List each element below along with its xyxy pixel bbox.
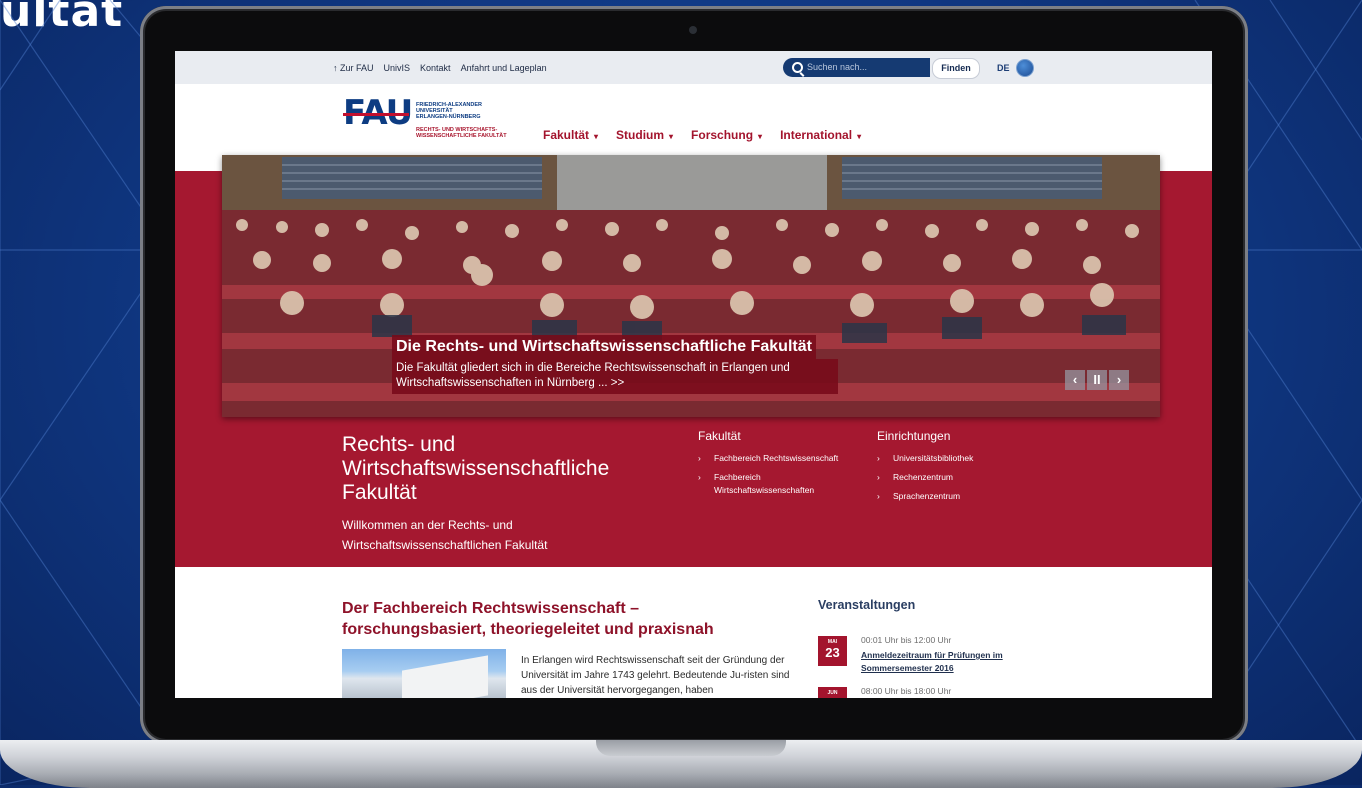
link-universitaetsbibliothek[interactable]: › Universitätsbibliothek: [877, 452, 1047, 465]
next-slide-button[interactable]: ›: [1109, 370, 1129, 390]
chevron-down-icon: ▾: [669, 132, 674, 141]
event-date-badge: JUN: [818, 687, 847, 698]
events-heading: Veranstaltungen: [818, 598, 916, 612]
chevron-down-icon: ▾: [758, 132, 763, 141]
pause-slide-button[interactable]: II: [1087, 370, 1107, 390]
logo-faculty-name: RECHTS- UND WIRTSCHAFTS- WISSENSCHAFTLIC…: [416, 127, 507, 139]
link-sprachenzentrum[interactable]: › Sprachenzentrum: [877, 490, 1047, 503]
chevron-right-icon: ›: [877, 491, 880, 501]
nav-studium[interactable]: Studium ▾: [616, 128, 673, 142]
logo-bar: [343, 113, 409, 116]
link-rechenzentrum[interactable]: › Rechenzentrum: [877, 471, 1047, 484]
laptop-camera: [689, 26, 697, 34]
einrichtungen-column: Einrichtungen › Universitätsbibliothek › R…: [877, 429, 1047, 509]
fau-logo[interactable]: FAU FRIEDRICH-ALEXANDER UNIVERSITÄT ERLA…: [343, 96, 507, 139]
article-photo: [342, 649, 506, 698]
chevron-right-icon: ›: [877, 453, 880, 463]
top-links: ↑ Zur FAU UnivIS Kontakt Anfahrt und Lag…: [333, 63, 547, 73]
nav-forschung[interactable]: Forschung ▾: [691, 128, 762, 142]
column-heading: Einrichtungen: [877, 429, 951, 443]
link-kontakt[interactable]: Kontakt: [420, 63, 451, 73]
building-shape: [402, 655, 488, 698]
search-placeholder: Suchen nach...: [807, 62, 868, 72]
website-screen: ↑ Zur FAU UnivIS Kontakt Anfahrt und Lag…: [175, 51, 1212, 698]
nav-international[interactable]: International ▾: [780, 128, 861, 142]
top-bar: ↑ Zur FAU UnivIS Kontakt Anfahrt und Lag…: [175, 51, 1212, 84]
article-title[interactable]: Der Fachbereich Rechtswissenschaft – for…: [342, 598, 762, 640]
chevron-right-icon: ›: [877, 472, 880, 482]
nav-fakultaet[interactable]: Fakultät ▾: [543, 128, 598, 142]
hero-slider[interactable]: Die Rechts- und Wirtschaftswissenschaftl…: [222, 155, 1160, 417]
search-button[interactable]: Finden: [932, 58, 980, 79]
search-icon: [792, 62, 803, 73]
article-text: In Erlangen wird Rechtswissenschaft seit…: [521, 655, 790, 696]
prev-slide-button[interactable]: ‹: [1065, 370, 1085, 390]
faculty-subtitle: Willkommen an der Rechts- und Wirtschaft…: [342, 518, 548, 552]
chevron-down-icon: ▾: [594, 132, 599, 141]
logo-university-name: FRIEDRICH-ALEXANDER UNIVERSITÄT ERLANGEN…: [416, 102, 482, 120]
chevron-down-icon: ▾: [857, 132, 862, 141]
fakultaet-column: Fakultät › Fachbereich Rechtswissenschaft…: [698, 429, 868, 503]
event-date-badge: MAI 23: [818, 636, 847, 666]
event-time: 00:01 Uhr bis 12:00 Uhr: [861, 635, 952, 645]
column-heading: Fakultät: [698, 429, 741, 443]
hero-caption[interactable]: Die Rechts- und Wirtschaftswissenschaftl…: [392, 335, 838, 394]
language-selector[interactable]: DE: [997, 63, 1010, 73]
event-time: 08:00 Uhr bis 18:00 Uhr: [861, 686, 952, 696]
main-nav: Fakultät ▾ Studium ▾ Forschung ▾ Internatio…: [543, 128, 861, 142]
link-anfahrt[interactable]: Anfahrt und Lageplan: [461, 63, 547, 73]
link-fachbereich-rechtswissenschaft[interactable]: › Fachbereich Rechtswissenschaft: [698, 452, 868, 465]
faculty-title: Rechts- und Wirtschaftswissenschaftliche…: [342, 433, 610, 504]
link-univis[interactable]: UnivIS: [384, 63, 411, 73]
link-fachbereich-wirtschaftswissenschaften[interactable]: › Fachbereich Wirtschaftswissenschaften: [698, 471, 868, 497]
chevron-right-icon: ›: [698, 453, 701, 463]
search-input[interactable]: Suchen nach...: [783, 58, 930, 77]
globe-icon[interactable]: [1016, 59, 1034, 77]
event-link[interactable]: Anmeldezeitraum für Prüfungen im Sommers…: [861, 649, 1031, 675]
hero-title: Die Rechts- und Wirtschaftswissenschaftl…: [392, 335, 816, 359]
slider-controls: ‹ II ›: [1065, 370, 1129, 390]
laptop-notch: [596, 740, 786, 756]
chevron-right-icon: ›: [698, 472, 701, 482]
link-zur-fau[interactable]: ↑ Zur FAU: [333, 63, 374, 73]
hero-text: Die Fakultät gliedert sich in die Bereic…: [392, 359, 838, 394]
